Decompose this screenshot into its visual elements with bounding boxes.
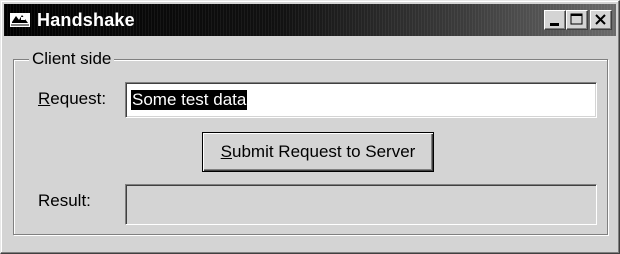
submit-label-rest: ubmit Request to Server bbox=[232, 142, 416, 161]
request-input-value[interactable]: Some test data bbox=[131, 90, 248, 110]
window-title: Handshake bbox=[37, 10, 135, 30]
result-field bbox=[125, 184, 597, 225]
request-label: Request: bbox=[38, 89, 106, 109]
window-controls bbox=[544, 10, 612, 32]
submit-label-mnemonic: S bbox=[220, 142, 233, 161]
close-icon bbox=[595, 14, 606, 25]
minimize-icon bbox=[550, 23, 559, 26]
minimize-button[interactable] bbox=[544, 10, 566, 30]
request-input[interactable]: Some test data bbox=[125, 82, 597, 118]
request-label-mnemonic: R bbox=[38, 89, 51, 108]
app-icon[interactable] bbox=[9, 10, 31, 30]
request-label-rest: equest: bbox=[50, 89, 107, 108]
result-label: Result: bbox=[38, 191, 91, 210]
handshake-window: Handshake Client side Request: Some test… bbox=[0, 0, 620, 254]
maximize-icon bbox=[570, 13, 583, 25]
close-button[interactable] bbox=[590, 10, 612, 30]
maximize-button[interactable] bbox=[566, 10, 588, 30]
submit-request-button[interactable]: Submit Request to Server bbox=[202, 132, 434, 172]
title-bar[interactable]: Handshake bbox=[4, 4, 616, 36]
group-legend: Client side bbox=[29, 49, 115, 69]
